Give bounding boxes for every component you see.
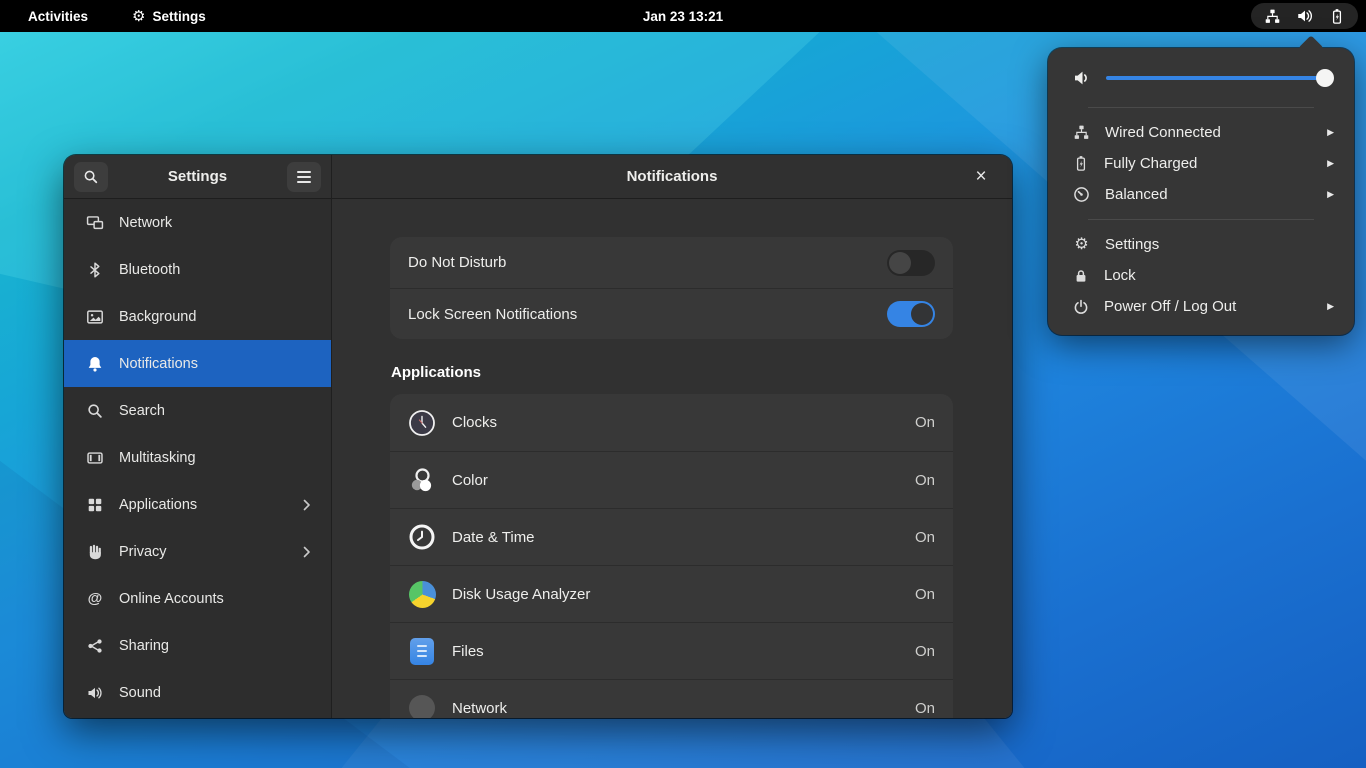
gear-icon: ⚙ bbox=[1073, 237, 1090, 253]
app-menu-button[interactable]: ⚙ Settings bbox=[124, 6, 214, 27]
menu-item-lock[interactable]: Lock bbox=[1048, 260, 1354, 291]
online-accounts-at-icon: @ bbox=[86, 590, 104, 607]
sidebar-headerbar: Settings bbox=[64, 155, 331, 199]
clock-button[interactable]: Jan 23 13:21 bbox=[635, 6, 731, 27]
network-app-icon bbox=[408, 694, 436, 718]
volume-row bbox=[1048, 62, 1354, 98]
volume-slider[interactable] bbox=[1106, 69, 1332, 87]
app-status: On bbox=[915, 643, 935, 660]
menu-item-wired-connected[interactable]: Wired Connected ▶ bbox=[1048, 117, 1354, 148]
power-icon bbox=[1073, 299, 1089, 315]
applications-section-heading: Applications bbox=[391, 364, 953, 381]
app-row-color[interactable]: Color On bbox=[390, 451, 953, 508]
battery-icon bbox=[1073, 155, 1089, 172]
gear-icon: ⚙ bbox=[132, 9, 145, 24]
disk-usage-analyzer-app-icon bbox=[408, 580, 436, 608]
clock-label: Jan 23 13:21 bbox=[643, 9, 723, 24]
volume-slider-track bbox=[1106, 76, 1332, 80]
activities-button[interactable]: Activities bbox=[20, 6, 96, 27]
battery-icon bbox=[1329, 8, 1345, 25]
close-icon: × bbox=[975, 166, 986, 188]
volume-speaker-icon bbox=[1072, 68, 1092, 88]
sidebar-nav: Network Bluetooth Background Notificatio… bbox=[64, 199, 331, 718]
menu-item-power-profile[interactable]: Balanced ▶ bbox=[1048, 179, 1354, 210]
sound-speaker-icon bbox=[86, 684, 104, 702]
submenu-arrow-icon: ▶ bbox=[1327, 189, 1334, 200]
applications-list-card: Clocks On Color On Date & Time On bbox=[390, 394, 953, 718]
app-status: On bbox=[915, 529, 935, 546]
app-row-files[interactable]: Files On bbox=[390, 622, 953, 679]
background-image-icon bbox=[86, 308, 104, 326]
system-menu-popover: Wired Connected ▶ Fully Charged ▶ Balanc… bbox=[1048, 48, 1354, 335]
app-status: On bbox=[915, 414, 935, 431]
system-tray-button[interactable] bbox=[1251, 3, 1358, 29]
submenu-arrow-icon: ▶ bbox=[1327, 158, 1334, 169]
chevron-right-icon bbox=[301, 499, 313, 511]
search-icon bbox=[83, 169, 99, 185]
settings-window: Settings Network Bluetooth bbox=[64, 155, 1012, 718]
do-not-disturb-row[interactable]: Do Not Disturb bbox=[390, 237, 953, 288]
volume-icon bbox=[1296, 7, 1314, 25]
notification-toggles-card: Do Not Disturb Lock Screen Notifications bbox=[390, 237, 953, 339]
sidebar-item-search[interactable]: Search bbox=[64, 387, 331, 434]
app-row-clocks[interactable]: Clocks On bbox=[390, 394, 953, 451]
clocks-app-icon bbox=[408, 409, 436, 437]
app-row-date-time[interactable]: Date & Time On bbox=[390, 508, 953, 565]
sidebar-item-network[interactable]: Network bbox=[64, 199, 331, 246]
submenu-arrow-icon: ▶ bbox=[1327, 301, 1334, 312]
search-button[interactable] bbox=[74, 162, 108, 192]
app-row-disk-usage-analyzer[interactable]: Disk Usage Analyzer On bbox=[390, 565, 953, 622]
sidebar-item-bluetooth[interactable]: Bluetooth bbox=[64, 246, 331, 293]
lock-screen-notifications-row[interactable]: Lock Screen Notifications bbox=[390, 288, 953, 339]
menu-separator bbox=[1088, 107, 1314, 108]
app-status: On bbox=[915, 586, 935, 603]
close-button[interactable]: × bbox=[964, 155, 998, 199]
bluetooth-icon bbox=[86, 261, 104, 279]
activities-label: Activities bbox=[28, 9, 88, 24]
menu-item-settings[interactable]: ⚙ Settings bbox=[1048, 229, 1354, 260]
notifications-panel: Notifications × Do Not Disturb Lock Scre… bbox=[332, 155, 1012, 718]
menu-separator bbox=[1088, 219, 1314, 220]
power-profile-icon bbox=[1073, 186, 1090, 203]
sidebar-item-online-accounts[interactable]: @ Online Accounts bbox=[64, 575, 331, 622]
network-icon bbox=[86, 214, 104, 232]
files-app-icon bbox=[408, 637, 436, 665]
app-row-network[interactable]: Network On bbox=[390, 679, 953, 718]
app-status: On bbox=[915, 700, 935, 717]
sidebar-item-background[interactable]: Background bbox=[64, 293, 331, 340]
wired-network-icon bbox=[1073, 124, 1090, 141]
chevron-right-icon bbox=[301, 546, 313, 558]
app-menu-label: Settings bbox=[152, 9, 205, 24]
hamburger-icon bbox=[297, 171, 311, 183]
page-title: Notifications bbox=[627, 168, 718, 185]
sidebar-item-privacy[interactable]: Privacy bbox=[64, 528, 331, 575]
search-icon bbox=[86, 402, 104, 420]
multitasking-icon bbox=[86, 449, 104, 467]
sharing-icon bbox=[86, 637, 104, 655]
menu-item-battery[interactable]: Fully Charged ▶ bbox=[1048, 148, 1354, 179]
volume-slider-thumb[interactable] bbox=[1316, 69, 1334, 87]
do-not-disturb-toggle[interactable] bbox=[887, 250, 935, 276]
date-time-app-icon bbox=[408, 523, 436, 551]
primary-menu-button[interactable] bbox=[287, 162, 321, 192]
main-headerbar: Notifications × bbox=[332, 155, 1012, 199]
sidebar-item-applications[interactable]: Applications bbox=[64, 481, 331, 528]
sidebar-item-multitasking[interactable]: Multitasking bbox=[64, 434, 331, 481]
sidebar-item-sharing[interactable]: Sharing bbox=[64, 622, 331, 669]
lock-screen-notifications-toggle[interactable] bbox=[887, 301, 935, 327]
lock-icon bbox=[1073, 268, 1089, 284]
color-app-icon bbox=[408, 466, 436, 494]
page-content: Do Not Disturb Lock Screen Notifications… bbox=[332, 199, 1012, 718]
privacy-hand-icon bbox=[86, 543, 104, 561]
applications-grid-icon bbox=[86, 496, 104, 514]
app-status: On bbox=[915, 472, 935, 489]
top-bar: Activities ⚙ Settings Jan 23 13:21 bbox=[0, 0, 1366, 32]
notifications-bell-icon bbox=[86, 355, 104, 373]
submenu-arrow-icon: ▶ bbox=[1327, 127, 1334, 138]
wired-network-icon bbox=[1264, 8, 1281, 25]
menu-item-power-off[interactable]: Power Off / Log Out ▶ bbox=[1048, 291, 1354, 322]
sidebar-item-sound[interactable]: Sound bbox=[64, 669, 331, 716]
settings-sidebar: Settings Network Bluetooth bbox=[64, 155, 332, 718]
sidebar-item-notifications[interactable]: Notifications bbox=[64, 340, 331, 387]
